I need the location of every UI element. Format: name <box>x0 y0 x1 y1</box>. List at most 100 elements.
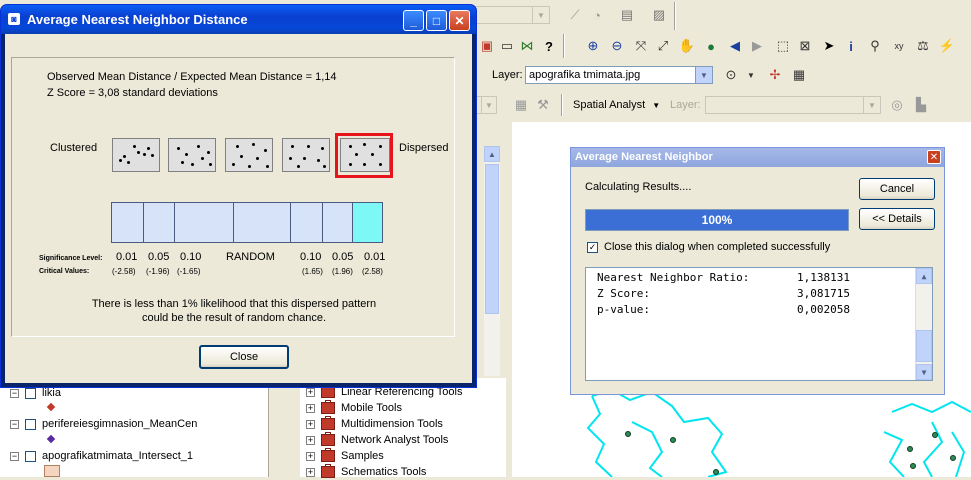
crit-value: (-1.96) <box>146 267 170 276</box>
toc-item[interactable]: − perifereiesgimnasion_MeanCen <box>10 416 197 432</box>
message-line-2: could be the result of random chance. <box>141 312 327 324</box>
expand-icon[interactable]: + <box>306 451 315 461</box>
toolbox-item[interactable]: + Samples <box>306 448 384 464</box>
result-value: 3,081715 <box>797 287 850 300</box>
close-button[interactable]: Close <box>199 345 289 369</box>
help-icon[interactable]: ? <box>539 36 559 56</box>
image-icon[interactable]: ▨ <box>649 5 669 25</box>
layer2-select[interactable]: ▼ <box>705 96 881 114</box>
measure-icon[interactable]: ⚖ <box>913 36 933 56</box>
close-icon[interactable]: ✕ <box>927 150 941 164</box>
scroll-thumb[interactable] <box>916 330 932 362</box>
result-value: 0,002058 <box>797 303 850 316</box>
results-scrollbar[interactable]: ▲ ▼ <box>915 268 932 380</box>
toolbox-item[interactable]: + Schematics Tools <box>306 464 426 480</box>
line-tool-icon[interactable]: ⟋ <box>565 5 585 25</box>
info-icon[interactable]: i <box>841 36 861 56</box>
scroll-up-icon[interactable]: ▲ <box>916 268 932 284</box>
scale-cell-010-neg <box>174 202 234 243</box>
close-when-done-checkbox-row[interactable]: ✓ Close this dialog when completed succe… <box>587 241 830 253</box>
spatial-analyst-menu[interactable]: Spatial Analyst ▼ <box>573 99 660 111</box>
georef-dropdown-icon[interactable]: ▼ <box>741 65 761 85</box>
cancel-button[interactable]: Cancel <box>859 178 935 200</box>
top-combo[interactable]: ▼ <box>470 6 550 24</box>
table-icon[interactable]: ▤ <box>617 5 637 25</box>
progress-titlebar[interactable]: Average Nearest Neighbor ✕ <box>571 148 944 167</box>
grid-icon[interactable]: ▦ <box>511 95 531 115</box>
collapse-icon[interactable]: − <box>10 451 19 461</box>
toolbox-item[interactable]: + Multidimension Tools <box>306 416 443 432</box>
scale-cell-005-pos <box>322 202 353 243</box>
toolbox-item[interactable]: + Mobile Tools <box>306 400 402 416</box>
scroll-up-icon[interactable]: ▲ <box>484 146 500 162</box>
toolbox-scrollbar[interactable]: ▲ <box>484 146 500 376</box>
model-icon[interactable]: ⋈ <box>517 36 537 56</box>
clustered-label: Clustered <box>50 142 98 154</box>
zoom-in-icon[interactable]: ⊕ <box>583 36 603 56</box>
scroll-down-icon[interactable]: ▼ <box>916 364 932 380</box>
dialog-titlebar[interactable]: ◙ Average Nearest Neighbor Distance _ □ … <box>1 5 476 34</box>
forward-arrow-icon[interactable]: ▶ <box>747 36 767 56</box>
collapse-icon[interactable]: − <box>10 419 19 429</box>
expand-icon[interactable]: + <box>306 435 315 445</box>
tools-icon[interactable]: ⚒ <box>533 95 553 115</box>
circle-tool-icon[interactable]: ◔ <box>587 5 607 25</box>
expand-icon[interactable]: + <box>306 387 315 397</box>
collapse-icon[interactable]: − <box>10 388 19 398</box>
toolbox-icon[interactable]: ▣ <box>477 36 497 56</box>
scale-cell-010-pos <box>290 202 323 243</box>
back-arrow-icon[interactable]: ◀ <box>725 36 745 56</box>
map-point <box>625 431 631 437</box>
layer-checkbox[interactable] <box>25 450 36 462</box>
window-icon[interactable]: ▭ <box>497 36 517 56</box>
fixed-zoom-out-icon[interactable]: ⤢ <box>653 36 673 56</box>
pan-icon[interactable]: ✋ <box>677 36 697 56</box>
close-when-done-checkbox[interactable]: ✓ <box>587 241 598 253</box>
hyperlink-icon[interactable]: ⚡ <box>937 36 957 56</box>
layer-select[interactable]: apografika tmimata.jpg ▼ <box>525 66 713 84</box>
dispersed-label: Dispersed <box>399 142 449 154</box>
close-window-button[interactable]: ✕ <box>449 10 470 31</box>
toolbox-item-label: Network Analyst Tools <box>341 434 449 446</box>
sig-value: 0.10 <box>180 251 202 263</box>
link-table-icon[interactable]: ▦ <box>789 65 809 85</box>
expand-icon[interactable]: + <box>306 403 315 413</box>
map-point <box>950 455 956 461</box>
cancel-button-label: Cancel <box>879 183 915 195</box>
results-textbox[interactable]: Nearest Neighbor Ratio: 1,138131 Z Score:… <box>585 267 933 381</box>
result-label: Z Score: <box>597 287 650 300</box>
fixed-zoom-in-icon[interactable]: ⤧ <box>631 36 651 56</box>
toolbox-item-label: Samples <box>341 450 384 462</box>
pattern-clustered <box>112 138 160 172</box>
expand-icon[interactable]: + <box>306 419 315 429</box>
pointer-icon[interactable]: ➤ <box>819 36 839 56</box>
maximize-button[interactable]: □ <box>426 10 447 31</box>
map-point <box>910 463 916 469</box>
find-icon[interactable]: ⚲ <box>865 36 885 56</box>
globe-icon[interactable]: ● <box>701 36 721 56</box>
toolbox-icon <box>321 448 335 462</box>
crit-value: (1.65) <box>302 267 323 276</box>
toolbox-item[interactable]: + Network Analyst Tools <box>306 432 448 448</box>
app-icon: ◙ <box>8 13 20 25</box>
clear-selection-icon[interactable]: ⊠ <box>795 36 815 56</box>
georef-rotate-icon[interactable]: ⊙ <box>721 65 741 85</box>
zoom-out-icon[interactable]: ⊖ <box>607 36 627 56</box>
point-symbol-icon <box>46 402 56 412</box>
polygon-symbol-icon <box>44 465 60 477</box>
expand-icon[interactable]: + <box>306 467 315 477</box>
histogram-icon[interactable]: ▙ <box>911 95 931 115</box>
select-features-icon[interactable]: ⬚ <box>773 36 793 56</box>
contour-icon[interactable]: ◎ <box>887 95 907 115</box>
toc-item[interactable]: − apografikatmimata_Intersect_1 <box>10 448 193 464</box>
details-button[interactable]: << Details <box>859 208 935 230</box>
minimize-button[interactable]: _ <box>403 10 424 31</box>
xy-icon[interactable]: xy <box>889 36 909 56</box>
point-symbol-icon <box>46 434 56 444</box>
add-control-points-icon[interactable]: ✢ <box>765 65 785 85</box>
toolbox-icon <box>321 400 335 414</box>
dialog-body: Observed Mean Distance / Expected Mean D… <box>5 34 472 383</box>
layer-checkbox[interactable] <box>25 418 36 430</box>
scroll-thumb[interactable] <box>485 164 499 314</box>
layer-checkbox[interactable] <box>25 387 36 399</box>
